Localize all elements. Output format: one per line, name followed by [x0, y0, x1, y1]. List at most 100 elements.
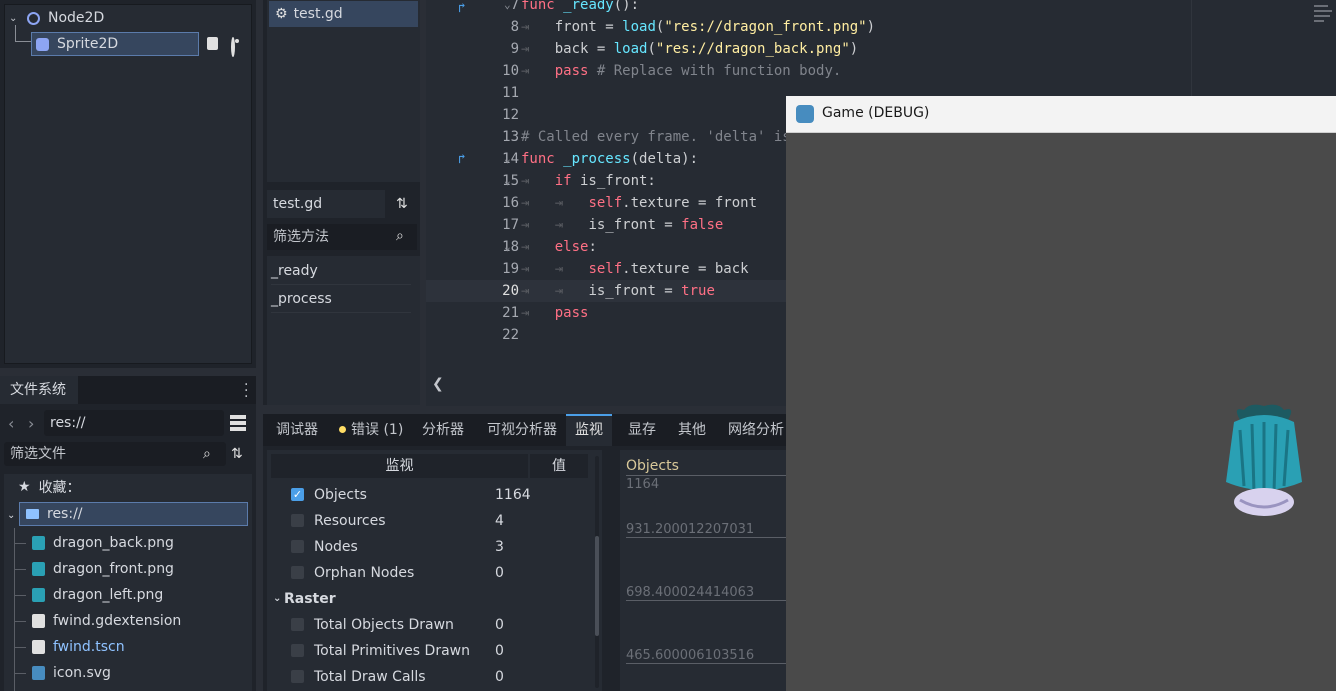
sort-methods-icon[interactable]: ⇅: [396, 196, 408, 212]
split-view-icon[interactable]: [230, 415, 246, 431]
method-item[interactable]: _process: [271, 286, 411, 313]
monitor-row[interactable]: Total Objects Drawn 0: [267, 612, 587, 638]
file-item[interactable]: dragon_back.png: [14, 530, 250, 556]
filter-files-input[interactable]: 筛选文件: [4, 442, 226, 466]
file-name: icon.svg: [53, 665, 111, 681]
graph-label: 1164: [626, 477, 660, 492]
script-item[interactable]: ⚙ test.gd: [269, 1, 418, 27]
sort-icon[interactable]: ⇅: [231, 446, 243, 462]
star-icon: ★: [18, 479, 31, 495]
favorites-row[interactable]: ★ 收藏：: [18, 474, 81, 500]
monitor-row[interactable]: Orphan Nodes 0: [267, 560, 587, 586]
tab-monitors[interactable]: 监视: [566, 414, 612, 446]
script-icon[interactable]: [207, 37, 218, 50]
checkbox[interactable]: [291, 618, 304, 631]
graph-label: 698.400024414063: [626, 585, 786, 601]
file-item[interactable]: dragon_left.png: [14, 582, 250, 608]
image-icon: [32, 536, 45, 550]
code-line: 10 ⇥ pass # Replace with function body.: [502, 63, 842, 79]
monitor-graph: Objects 1164 931.200012207031 698.400024…: [620, 450, 788, 691]
path-field[interactable]: res://: [44, 410, 224, 436]
filter-methods-input[interactable]: 筛选方法: [267, 224, 417, 250]
current-script-label: test.gd: [267, 190, 385, 218]
graph-label: 931.200012207031: [626, 522, 786, 538]
tree-row-node2d[interactable]: ⌄ Node2D: [9, 6, 341, 30]
tree-line: [14, 594, 26, 596]
tab-misc[interactable]: 其他: [678, 414, 706, 446]
debugger-panel: 调试器 错误 (1) 分析器 可视分析器 监视 显存 其他 网络分析 监视 值 …: [263, 414, 788, 691]
code-line: 9 ⇥ back = load("res://dragon_back.png"): [510, 41, 859, 57]
open-scripts-list: ⚙ test.gd: [267, 0, 420, 182]
scrollbar[interactable]: [595, 456, 599, 688]
dock-tabbar: 文件系统 · · ·: [0, 376, 256, 404]
res-root-row[interactable]: ⌄ res://: [4, 502, 248, 528]
script-list-panel: ⚙ test.gd test.gd ⇅ 筛选方法 ⌕ _ready _proce…: [263, 0, 420, 405]
tab-errors[interactable]: 错误 (1): [339, 414, 403, 446]
file-item[interactable]: icon.svg: [14, 660, 250, 686]
tab-debugger[interactable]: 调试器: [276, 414, 318, 446]
tab-visual-profiler[interactable]: 可视分析器: [487, 414, 557, 446]
search-icon: ⌕: [203, 446, 211, 462]
chevron-down-icon[interactable]: ⌄: [9, 13, 23, 24]
checkbox[interactable]: [291, 514, 304, 527]
tree-line: [15, 41, 31, 42]
monitor-row[interactable]: Resources 4: [267, 508, 587, 534]
game-window[interactable]: Game (DEBUG): [786, 96, 1336, 691]
checkbox[interactable]: [291, 566, 304, 579]
tab-profiler[interactable]: 分析器: [422, 414, 464, 446]
chevron-down-icon: ⌄: [273, 593, 282, 604]
scene-tree: ⌄ Node2D Sprite2D: [4, 4, 341, 364]
sprite2d-icon: [36, 37, 49, 51]
monitor-row[interactable]: Total Primitives Drawn 0: [267, 638, 587, 664]
search-icon: ⌕: [396, 228, 404, 244]
file-name: fwind.tscn: [53, 639, 125, 655]
file-name: dragon_left.png: [53, 587, 164, 603]
tab-filesystem[interactable]: 文件系统: [0, 376, 78, 404]
forward-arrow-icon[interactable]: ›: [28, 414, 34, 433]
graph-axis: [626, 475, 786, 476]
godot-icon: [32, 666, 45, 680]
back-arrow-icon[interactable]: ‹: [8, 414, 14, 433]
dragon-sprite: [1222, 402, 1306, 522]
node-label: Sprite2D: [57, 36, 119, 52]
code-line: 7 ⌄ func _ready():: [504, 0, 640, 13]
checkbox-checked[interactable]: ✓: [291, 488, 304, 501]
file-item[interactable]: fwind.gdextension: [14, 608, 250, 634]
minimap[interactable]: [1314, 2, 1334, 36]
tree-line: [14, 672, 26, 674]
group-row-raster[interactable]: ⌄ Raster: [267, 586, 587, 612]
more-menu-icon[interactable]: · · ·: [244, 378, 248, 404]
file-name: dragon_front.png: [53, 561, 174, 577]
tree-line: [14, 620, 26, 622]
file-item[interactable]: dragon_front.png: [14, 556, 250, 582]
monitor-row[interactable]: Total Draw Calls 0: [267, 664, 587, 690]
method-item[interactable]: _ready: [271, 258, 411, 285]
node-label: Node2D: [48, 10, 105, 26]
tree-line: [14, 568, 26, 570]
value-column-header: 值: [530, 454, 588, 478]
file-icon: [32, 614, 45, 628]
tab-network-profiler[interactable]: 网络分析: [728, 414, 784, 446]
gear-icon: ⚙: [275, 6, 288, 22]
game-window-title: Game (DEBUG): [822, 105, 930, 121]
game-window-titlebar[interactable]: Game (DEBUG): [786, 96, 1336, 133]
node2d-icon: [27, 11, 40, 25]
scene-icon: [32, 640, 45, 654]
file-tree: ★ 收藏： ⌄ res:// dragon_back.png dragon_fro…: [4, 474, 252, 691]
checkbox[interactable]: [291, 670, 304, 683]
file-item[interactable]: fwind.tscn: [14, 634, 250, 660]
tree-row-sprite2d[interactable]: Sprite2D: [31, 32, 199, 56]
collapse-panel-icon[interactable]: ❮: [432, 376, 444, 392]
monitor-list: 监视 值 ✓ Objects 1164 Resources 4 Nodes 3 Orph…: [267, 450, 602, 691]
checkbox[interactable]: [291, 540, 304, 553]
visibility-eye-icon[interactable]: [231, 37, 235, 57]
image-icon: [32, 562, 45, 576]
monitor-row[interactable]: Nodes 3: [267, 534, 587, 560]
graph-label: 465.600006103516: [626, 648, 786, 664]
monitor-row[interactable]: ✓ Objects 1164: [267, 482, 587, 508]
checkbox[interactable]: [291, 644, 304, 657]
tree-line: [14, 646, 26, 648]
folder-icon: [26, 509, 39, 519]
tab-video-ram[interactable]: 显存: [628, 414, 656, 446]
monitor-column-header: 监视: [271, 454, 528, 478]
